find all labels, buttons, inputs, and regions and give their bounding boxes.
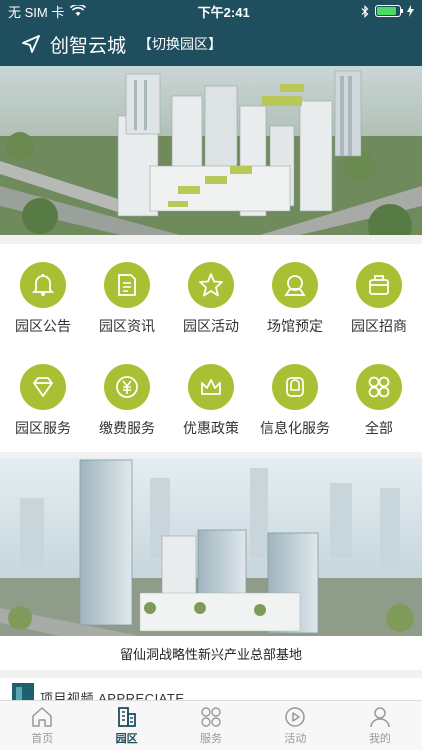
tab-bar: 首页 园区 服务 活动 我的	[0, 700, 422, 750]
grid-item-label: 优惠政策	[183, 420, 239, 436]
grid-item-policy[interactable]: 优惠政策	[169, 364, 253, 438]
grid-item-all[interactable]: 全部	[337, 364, 421, 438]
location-arrow-icon[interactable]	[22, 35, 40, 53]
grid-item-notice[interactable]: 园区公告	[1, 262, 85, 336]
info-service-icon	[272, 364, 318, 410]
grid-item-activity[interactable]: 园区活动	[169, 262, 253, 336]
divider	[0, 670, 422, 678]
charging-icon	[407, 5, 414, 17]
status-time: 下午2:41	[197, 4, 250, 20]
divider	[0, 235, 422, 244]
function-grid: 园区公告 园区资讯 园区活动 场馆预定 园区招商 园区服务 缴费服务 优惠政策 …	[0, 244, 422, 452]
battery-icon	[375, 5, 403, 17]
grid-item-label: 缴费服务	[99, 420, 155, 436]
park-banner-image[interactable]	[0, 66, 422, 235]
grid-item-it-service[interactable]: 信息化服务	[253, 364, 337, 438]
project-video-section[interactable]: 项目视频 APPRECIATE	[0, 678, 422, 700]
status-bar: 无 SIM 卡 下午2:41	[0, 0, 422, 22]
tab-label: 园区	[115, 732, 138, 745]
tab-services[interactable]: 服务	[169, 701, 253, 750]
grid-item-label: 场馆预定	[267, 318, 323, 334]
grid-item-label: 园区招商	[351, 318, 407, 334]
crown-icon	[188, 364, 234, 410]
diamond-icon	[20, 364, 66, 410]
navbar: 创智云城 【切换园区】	[0, 22, 422, 66]
tab-label: 活动	[284, 732, 307, 745]
wifi-icon	[70, 5, 87, 16]
tab-home[interactable]: 首页	[0, 701, 84, 750]
tab-park[interactable]: 园区	[84, 701, 168, 750]
document-icon	[104, 262, 150, 308]
bluetooth-icon	[361, 4, 369, 18]
banner-caption: 留仙洞战略性新兴产业总部基地	[0, 636, 422, 670]
star-icon	[188, 262, 234, 308]
briefcase-icon	[356, 262, 402, 308]
tab-label: 我的	[368, 732, 391, 745]
tab-activity[interactable]: 活动	[253, 701, 337, 750]
grid-item-label: 园区服务	[15, 420, 71, 436]
home-icon	[32, 706, 52, 727]
park-title: 创智云城	[50, 35, 127, 57]
grid-item-news[interactable]: 园区资讯	[85, 262, 169, 336]
grid-item-investment[interactable]: 园区招商	[337, 262, 421, 336]
grid-all-icon	[356, 364, 402, 410]
venue-icon	[272, 262, 318, 308]
section-logo-icon	[12, 683, 34, 700]
services-icon	[201, 706, 221, 727]
grid-item-venue[interactable]: 场馆预定	[253, 262, 337, 336]
tab-label: 服务	[200, 732, 223, 745]
profile-icon	[370, 706, 390, 727]
grid-item-label: 信息化服务	[260, 420, 330, 436]
grid-item-label: 园区公告	[15, 318, 71, 334]
tab-profile[interactable]: 我的	[338, 701, 422, 750]
grid-item-service[interactable]: 园区服务	[1, 364, 85, 438]
switch-park-button[interactable]: 【切换园区】	[138, 34, 222, 54]
grid-item-label: 园区资讯	[99, 318, 155, 334]
tab-label: 首页	[31, 732, 54, 745]
headquarters-banner-image[interactable]	[0, 458, 422, 636]
grid-item-label: 全部	[365, 420, 393, 436]
section-title: 项目视频 APPRECIATE	[40, 691, 185, 700]
park-icon	[117, 706, 136, 727]
yuan-coin-icon	[104, 364, 150, 410]
bell-icon	[20, 262, 66, 308]
play-icon	[285, 706, 306, 727]
grid-item-label: 园区活动	[183, 318, 239, 334]
grid-item-payment[interactable]: 缴费服务	[85, 364, 169, 438]
app-header: 无 SIM 卡 下午2:41 创智云城 【切换园区】	[0, 0, 422, 66]
carrier-label: 无 SIM 卡	[8, 4, 65, 20]
